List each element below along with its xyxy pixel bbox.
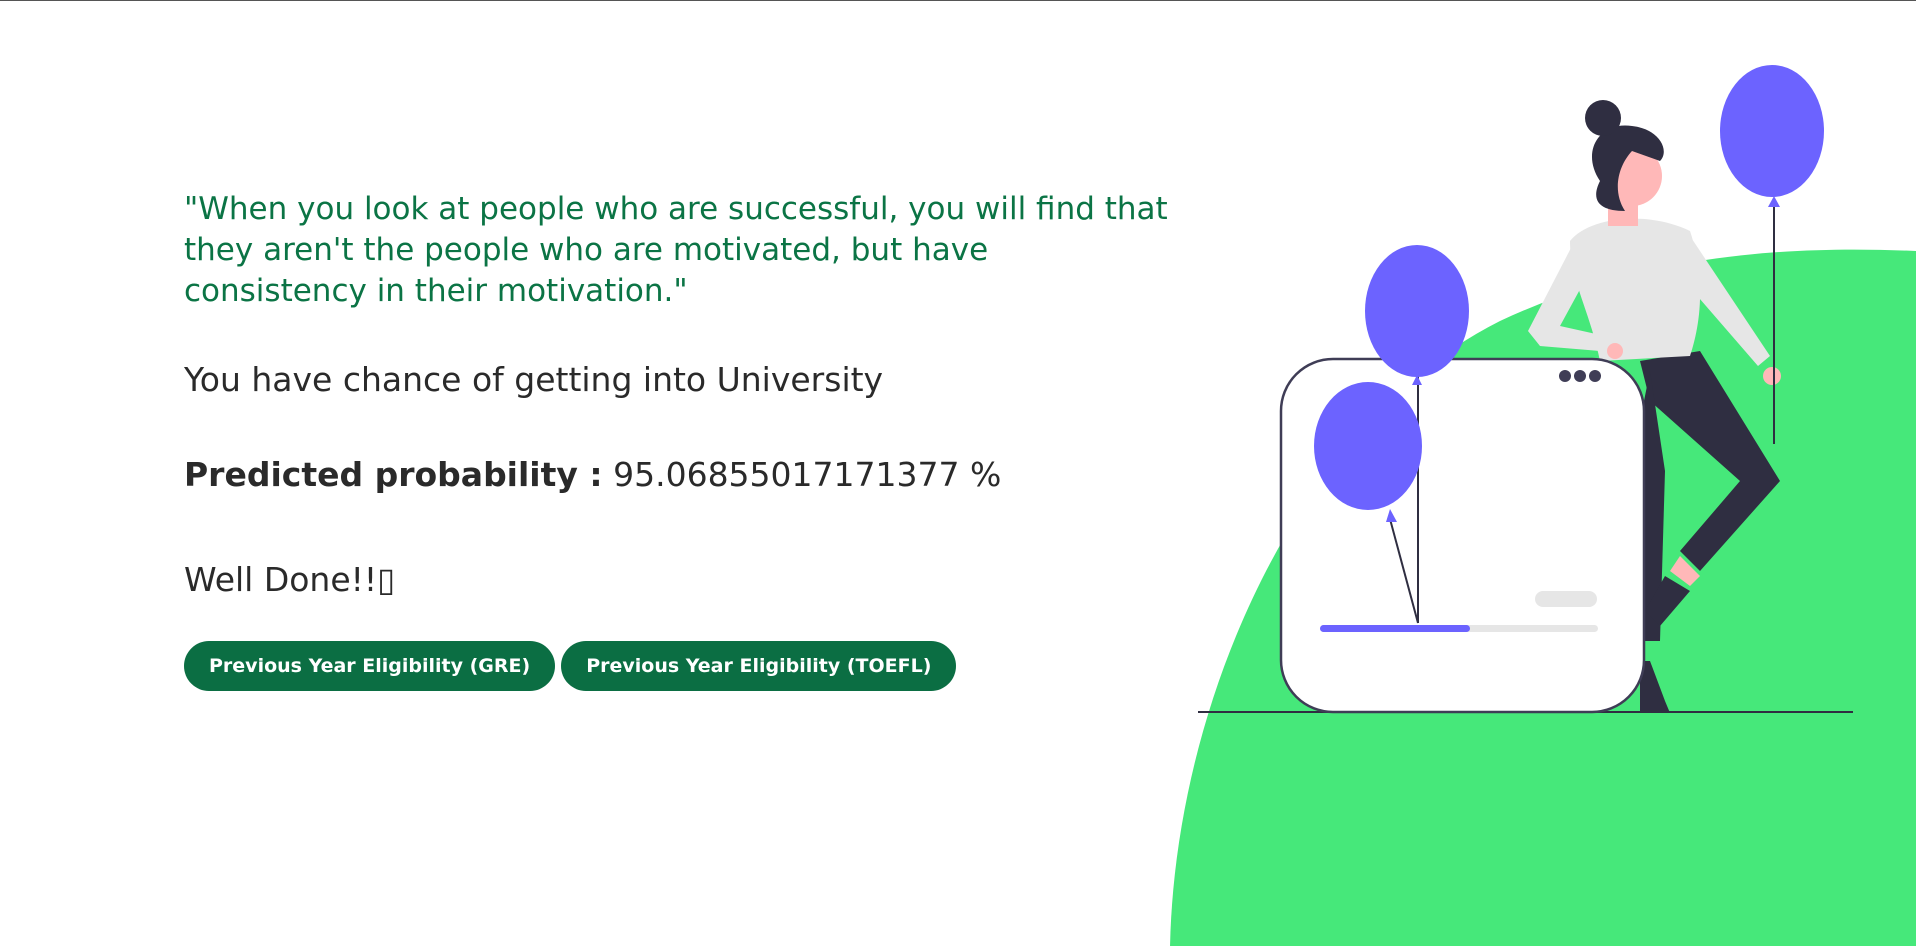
admission-chance-text: You have chance of getting into Universi… xyxy=(184,360,884,399)
motivational-quote: "When you look at people who are success… xyxy=(184,191,1168,309)
card-dot-2 xyxy=(1574,370,1586,382)
card-pill xyxy=(1535,591,1597,607)
balloon-card-top xyxy=(1365,245,1469,377)
woman-hair-bun xyxy=(1585,100,1621,136)
card-dot-1 xyxy=(1559,370,1571,382)
eligibility-buttons: Previous Year Eligibility (GRE) Previous… xyxy=(184,641,1184,691)
predicted-probability: Predicted probability : 95.0685501717137… xyxy=(184,455,1184,494)
toefl-eligibility-button[interactable]: Previous Year Eligibility (TOEFL) xyxy=(561,641,957,691)
balloon-right xyxy=(1720,65,1824,197)
card-progress-fill xyxy=(1320,625,1470,632)
probability-label: Predicted probability : xyxy=(184,455,603,494)
card-dot-3 xyxy=(1589,370,1601,382)
result-page: "When you look at people who are success… xyxy=(0,0,1916,946)
balloon-card-left xyxy=(1314,382,1422,510)
well-done-message: Well Done!!▯ xyxy=(184,560,396,599)
result-content: "When you look at people who are success… xyxy=(184,189,1184,691)
gre-eligibility-button[interactable]: Previous Year Eligibility (GRE) xyxy=(184,641,556,691)
woman-hand-right xyxy=(1763,367,1781,385)
probability-value: 95.06855017171377 % xyxy=(613,455,1002,494)
woman-hand-left xyxy=(1607,343,1623,359)
woman-with-balloons-illustration xyxy=(1170,65,1916,946)
balloon-right-knot xyxy=(1768,196,1780,207)
